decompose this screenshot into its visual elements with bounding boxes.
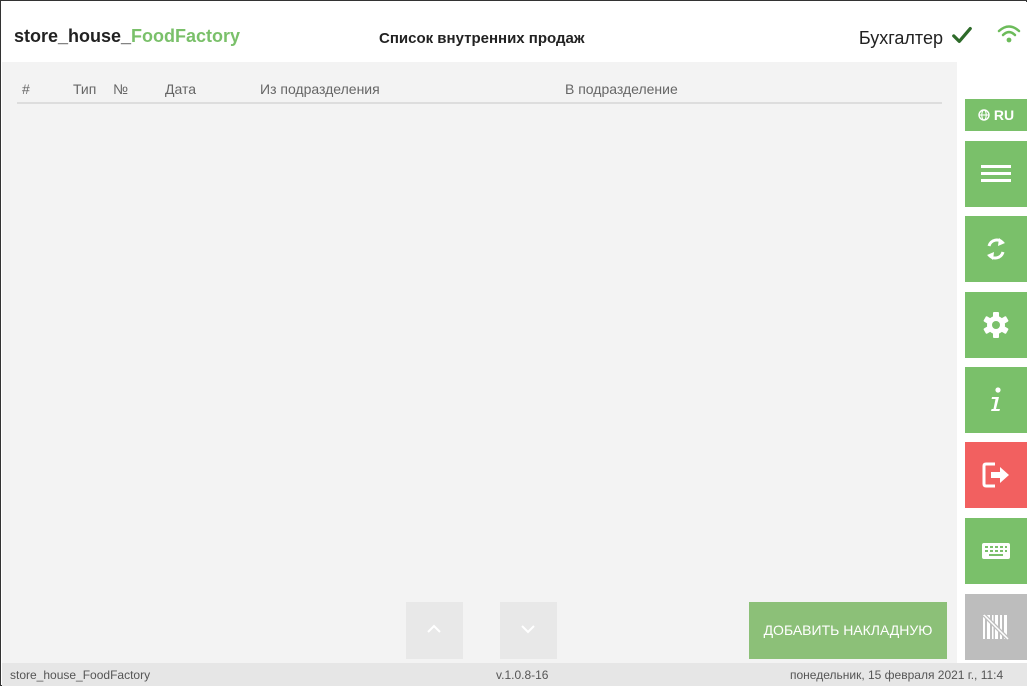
scroll-down-button[interactable] [500, 602, 557, 659]
barcode-button[interactable] [965, 594, 1027, 660]
language-button[interactable]: RU [965, 99, 1027, 131]
settings-button[interactable] [965, 292, 1027, 358]
column-header-no[interactable]: № [113, 81, 128, 97]
info-icon [991, 387, 1001, 411]
exit-button[interactable] [965, 442, 1027, 508]
chevron-down-icon [521, 625, 535, 634]
sync-icon [987, 238, 1005, 260]
main-content: # Тип № Дата Из подразделения В подразде… [2, 62, 957, 663]
wifi-icon [997, 25, 1021, 43]
app-title-prefix: store_house_ [14, 26, 132, 46]
app-window: store_house_FoodFactory Список внутренни… [0, 0, 1027, 686]
menu-button[interactable] [965, 141, 1027, 207]
user-role: Бухгалтер [858, 28, 943, 48]
status-bar: store_house_FoodFactory v.1.0.8-16 понед… [2, 663, 1027, 686]
scroll-up-button[interactable] [406, 602, 463, 659]
column-header-date[interactable]: Дата [165, 81, 196, 97]
app-title-accent: FoodFactory [131, 26, 241, 46]
info-button[interactable] [965, 367, 1027, 433]
chevron-up-icon [427, 624, 441, 633]
status-app-name: store_house_FoodFactory [10, 668, 151, 682]
gear-icon [983, 312, 1009, 338]
column-header-from-unit[interactable]: Из подразделения [260, 81, 380, 97]
table-header: # Тип № Дата Из подразделения В подразде… [17, 72, 942, 104]
hamburger-icon [981, 165, 1011, 182]
column-header-number[interactable]: # [22, 81, 30, 97]
barcode-icon [982, 613, 1010, 641]
status-version: v.1.0.8-16 [496, 668, 549, 682]
page-title: Список внутренних продаж [379, 30, 585, 47]
sync-button[interactable] [965, 216, 1027, 282]
status-datetime: понедельник, 15 февраля 2021 г., 11:4 [790, 668, 1004, 682]
globe-icon [978, 109, 990, 121]
exit-icon [982, 462, 1009, 488]
keyboard-button[interactable] [965, 518, 1027, 584]
add-invoice-button[interactable]: ДОБАВИТЬ НАКЛАДНУЮ [749, 602, 947, 659]
column-header-to-unit[interactable]: В подразделение [565, 81, 678, 97]
app-title: store_house_FoodFactory [14, 26, 240, 47]
language-label: RU [993, 107, 1015, 123]
header-bar: store_house_FoodFactory Список внутренни… [2, 2, 1027, 62]
keyboard-icon [982, 543, 1010, 559]
column-header-type[interactable]: Тип [73, 81, 96, 97]
sidebar: RU [963, 62, 1027, 663]
check-icon [952, 26, 972, 44]
